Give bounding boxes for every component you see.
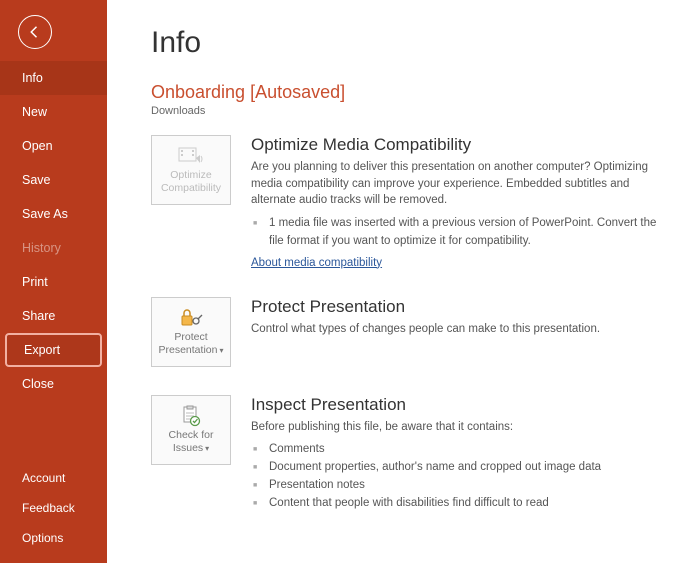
optimize-bullets: 1 media file was inserted with a previou…	[251, 215, 666, 251]
document-location: Downloads	[151, 105, 666, 117]
sidebar-item-history: History	[0, 231, 107, 265]
section-description: Control what types of changes people can…	[251, 321, 666, 338]
sidebar-item-label: History	[22, 241, 61, 255]
list-item: Comments	[265, 441, 666, 459]
sidebar-item-label: New	[22, 105, 47, 119]
tile-label-line1: Check for	[169, 429, 214, 441]
sidebar: Info New Open Save Save As History Print…	[0, 0, 107, 563]
sidebar-item-save-as[interactable]: Save As	[0, 197, 107, 231]
chevron-down-icon: ▾	[205, 444, 209, 453]
sidebar-item-label: Feedback	[22, 501, 75, 515]
tile-label-line1: Optimize	[170, 169, 211, 181]
sidebar-item-save[interactable]: Save	[0, 163, 107, 197]
section-heading: Optimize Media Compatibility	[251, 135, 666, 155]
sidebar-item-print[interactable]: Print	[0, 265, 107, 299]
list-item: Document properties, author's name and c…	[265, 459, 666, 477]
sidebar-item-share[interactable]: Share	[0, 299, 107, 333]
section-optimize-media: OptimizeCompatibility Optimize Media Com…	[151, 135, 666, 269]
inspect-bullets: Comments Document properties, author's n…	[251, 441, 666, 512]
sidebar-item-label: Account	[22, 471, 65, 485]
section-heading: Protect Presentation	[251, 297, 666, 317]
list-item: 1 media file was inserted with a previou…	[265, 215, 666, 251]
sidebar-item-label: Close	[22, 377, 54, 391]
tile-label-line2: Compatibility	[161, 182, 221, 194]
sidebar-item-account[interactable]: Account	[0, 463, 107, 493]
tile-label-line2: Issues	[173, 442, 203, 454]
sidebar-item-label: Info	[22, 71, 43, 85]
optimize-compatibility-button[interactable]: OptimizeCompatibility	[151, 135, 231, 205]
sidebar-item-close[interactable]: Close	[0, 367, 107, 401]
backstage-view: Info New Open Save Save As History Print…	[0, 0, 700, 563]
document-check-icon	[178, 405, 204, 427]
sidebar-item-label: Save	[22, 173, 51, 187]
sidebar-item-info[interactable]: Info	[0, 61, 107, 95]
sidebar-item-options[interactable]: Options	[0, 523, 107, 553]
tile-label-line2: Presentation	[159, 344, 218, 356]
list-item: Presentation notes	[265, 477, 666, 495]
back-arrow-icon	[26, 23, 44, 41]
page-title: Info	[151, 26, 666, 60]
sidebar-item-feedback[interactable]: Feedback	[0, 493, 107, 523]
sidebar-item-label: Share	[22, 309, 55, 323]
film-audio-icon	[178, 145, 204, 167]
lock-key-icon	[178, 307, 204, 329]
section-protect-presentation: ProtectPresentation▾ Protect Presentatio…	[151, 297, 666, 367]
section-inspect-presentation: Check forIssues▾ Inspect Presentation Be…	[151, 395, 666, 513]
list-item: Content that people with disabilities fi…	[265, 495, 666, 513]
sidebar-item-label: Options	[22, 531, 63, 545]
section-heading: Inspect Presentation	[251, 395, 666, 415]
sidebar-item-open[interactable]: Open	[0, 129, 107, 163]
sidebar-item-label: Export	[24, 343, 60, 357]
sidebar-item-label: Print	[22, 275, 48, 289]
main-panel: Info Onboarding [Autosaved] Downloads Op…	[107, 0, 700, 563]
check-for-issues-button[interactable]: Check forIssues▾	[151, 395, 231, 465]
sidebar-item-label: Open	[22, 139, 53, 153]
sidebar-item-export[interactable]: Export	[5, 333, 102, 367]
document-title: Onboarding [Autosaved]	[151, 82, 666, 103]
chevron-down-icon: ▾	[219, 346, 223, 355]
tile-label-line1: Protect	[174, 331, 207, 343]
back-button[interactable]	[18, 15, 52, 49]
section-description: Before publishing this file, be aware th…	[251, 419, 666, 436]
about-media-compatibility-link[interactable]: About media compatibility	[251, 257, 382, 269]
sidebar-item-new[interactable]: New	[0, 95, 107, 129]
sidebar-item-label: Save As	[22, 207, 68, 221]
protect-presentation-button[interactable]: ProtectPresentation▾	[151, 297, 231, 367]
section-description: Are you planning to deliver this present…	[251, 159, 666, 209]
sidebar-bottom: Account Feedback Options	[0, 463, 107, 563]
